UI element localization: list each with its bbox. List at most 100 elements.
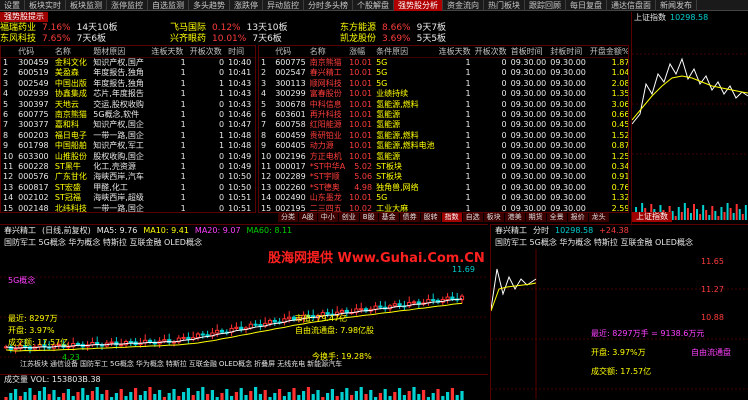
tab-9[interactable]: 个股解盘: [353, 0, 394, 11]
category-tab[interactable]: 股转: [420, 213, 441, 222]
table-row[interactable]: 14 002490 山东墨龙 10.01 5G 1 0 09.30.00 09.30.00 1.3…: [259, 193, 628, 203]
table-row[interactable]: 4 300299 富春股份 10.01 业绩持续 1 0 09.30.00 09.30.00 1.…: [259, 89, 628, 99]
table-row[interactable]: 7 600758 红阳能源 10.01 氢能源 1 0 09.30.00 09.30.00 0.4…: [259, 120, 628, 130]
table-row[interactable]: 9 601798 中国船舶 知识产权,军工 1 1 10:48: [1, 141, 255, 151]
tab-2[interactable]: 板块监测: [66, 0, 107, 11]
summary-cell[interactable]: 东方能源 8.66% 9天7板: [340, 23, 510, 34]
summary-cell[interactable]: 东风科技 7.65% 7天6板: [0, 34, 170, 45]
category-tab[interactable]: 指数: [441, 213, 462, 222]
category-tab[interactable]: 期货: [525, 213, 546, 222]
table-row[interactable]: 7 300377 嘉和科 知识产权,国企 1 0 10:47: [1, 120, 255, 130]
category-tab[interactable]: B股: [359, 213, 378, 222]
mid-col-header[interactable]: 代码: [273, 46, 308, 58]
concept-tag[interactable]: 新能源汽车: [307, 358, 342, 370]
concept-tag[interactable]: 国防军工: [80, 358, 108, 370]
table-row[interactable]: 11 600228 ST黑牛 化工,壳资源 1 0 10:49: [1, 162, 255, 172]
table-row[interactable]: 8 600459 贵研铂业 10.01 氢能源,燃料 1 0 09.30.00 09.30.00…: [259, 131, 628, 141]
mid-col-header[interactable]: 封板时间: [548, 46, 588, 58]
tab-7[interactable]: 异动监控: [263, 0, 304, 11]
tab-13[interactable]: 跟踪回顾: [525, 0, 566, 11]
table-row[interactable]: 15 002195 二三四五 10.02 工业大麻 1 0 09.30.00 09.30.00 2…: [259, 204, 628, 212]
category-tab[interactable]: 全景: [546, 213, 567, 222]
category-tab[interactable]: 中小: [317, 213, 338, 222]
category-tab[interactable]: 自选: [462, 213, 483, 222]
left-col-header[interactable]: 时间: [226, 46, 255, 58]
tab-11[interactable]: 资金流向: [443, 0, 484, 11]
category-tab[interactable]: 报价: [567, 213, 588, 222]
table-row[interactable]: 6 600775 南京熊猫 5G概念,软件 1 0 10:46: [1, 110, 255, 120]
table-row[interactable]: 13 600817 ST宏盛 甲醛,化工 1 0 10:50: [1, 183, 255, 193]
category-tab[interactable]: 板块: [483, 213, 504, 222]
table-row[interactable]: 14 002102 ST冠福 海峡西岸,超级 1 0 10:51: [1, 193, 255, 203]
category-tab[interactable]: 创业: [338, 213, 359, 222]
tab-12[interactable]: 热门板块: [484, 0, 525, 11]
table-cell: 山推股份: [54, 151, 87, 161]
concept-tag[interactable]: 折叠屏: [254, 358, 275, 370]
table-row[interactable]: 2 600519 美盈森 年度报告,独角 1 0 10:41: [1, 68, 255, 78]
mid-col-header[interactable]: 开盘金额%: [587, 46, 628, 58]
table-row[interactable]: 12 002289 *ST宇顺 5.06 ST板块 1 0 09.30.00 09.30.00 0…: [259, 172, 628, 182]
table-row[interactable]: 15 002148 北纬科技 一带一路,国企 1 0 10:51: [1, 204, 255, 212]
left-col-header[interactable]: 题材原因: [91, 46, 150, 58]
tab-14[interactable]: 每日复盘: [566, 0, 607, 11]
mid-col-header[interactable]: 首板时间: [508, 46, 549, 58]
category-tab[interactable]: 基金: [378, 213, 399, 222]
left-col-header[interactable]: 代码: [16, 46, 53, 58]
concept-tag[interactable]: OLED概念: [219, 358, 252, 370]
tab-16[interactable]: 新闻发布: [656, 0, 697, 11]
category-tab[interactable]: 债券: [399, 213, 420, 222]
table-row[interactable]: 3 300113 顺网科技 10.01 5G 1 0 09.30.00 09.30.00 2.08…: [259, 79, 628, 89]
concept-tag[interactable]: 特斯拉: [166, 358, 187, 370]
table-row[interactable]: 6 603601 再升科技 10.01 氢能源 1 0 09.30.00 09.30.00 0.6…: [259, 110, 628, 120]
category-tab[interactable]: A股: [299, 213, 317, 222]
tab-5[interactable]: 多头趋势: [189, 0, 230, 11]
left-col-header[interactable]: [1, 46, 17, 58]
table-row[interactable]: 1 300459 金科文化 知识产权,国产 1 0 10:40: [1, 58, 255, 69]
table-row[interactable]: 11 000017 *ST中华A 5.02 ST板块 1 0 09.30.00 09.30.00…: [259, 162, 628, 172]
concept-tag[interactable]: 华为概念: [136, 358, 164, 370]
table-row[interactable]: 13 002260 *ST德奥 4.98 独角兽,网络 1 0 09.30.00 09.30.0…: [259, 183, 628, 193]
concept-tag[interactable]: 互联金融: [189, 358, 217, 370]
tab-1[interactable]: 板块实时: [25, 0, 66, 11]
concept-tag[interactable]: 通信设备: [50, 358, 78, 370]
mid-col-header[interactable]: [259, 46, 274, 58]
tab-6[interactable]: 涨跌停: [230, 0, 263, 11]
mid-col-header[interactable]: 连板天数: [436, 46, 473, 58]
table-row[interactable]: 4 002939 协鑫集成 芯片,年度报告 1 1 10:43: [1, 89, 255, 99]
summary-cell[interactable]: 凯龙股份 3.69% 5天5板: [340, 34, 510, 45]
tab-15[interactable]: 通达信盘面: [607, 0, 656, 11]
summary-cell[interactable]: 福瑞药业 7.16% 14天10板: [0, 23, 170, 34]
table-row[interactable]: 10 603300 山推股份 股权收购,国企 1 0 10:49: [1, 152, 255, 162]
table-row[interactable]: 3 002549 中国出版 年度报告,独角 1 1 10:43: [1, 79, 255, 89]
category-tab[interactable]: 港美: [504, 213, 525, 222]
summary-cell[interactable]: 兴齐眼药 10.01% 7天6板: [170, 34, 340, 45]
left-col-header[interactable]: 开板次数: [187, 46, 227, 58]
left-col-header[interactable]: 连板天数: [149, 46, 188, 58]
concept-tag[interactable]: 无线充电: [277, 358, 305, 370]
concept-tag[interactable]: 5G概念: [110, 358, 134, 370]
tab-8[interactable]: 分时多头榜: [304, 0, 353, 11]
left-col-header[interactable]: 名称: [52, 46, 92, 58]
table-row[interactable]: 5 300397 天地云 交运,股权收购 1 0 10:43: [1, 100, 255, 110]
mid-col-header[interactable]: 名称: [307, 46, 348, 58]
table-row[interactable]: 10 002196 方正电机 10.01 氢能源 1 0 09.30.00 09.30.00 1.…: [259, 152, 628, 162]
tab-4[interactable]: 自选监测: [148, 0, 189, 11]
mid-col-header[interactable]: 开板次数: [472, 46, 509, 58]
table-row[interactable]: 2 002547 春兴精工 10.01 5G 1 0 09.30.00 09.30.00 1.04…: [259, 68, 628, 78]
table-row[interactable]: 5 300678 中科信息 10.01 氢能源,燃料 1 0 09.30.00 09.30.00…: [259, 100, 628, 110]
strong-stock-hint-tab[interactable]: 强势股提示: [0, 12, 48, 22]
category-tab[interactable]: 龙头: [588, 213, 609, 222]
mid-col-header[interactable]: 条件原因: [374, 46, 437, 58]
category-tab[interactable]: 分类: [278, 213, 298, 222]
mid-col-header[interactable]: 涨幅: [347, 46, 375, 58]
summary-cell[interactable]: 飞马国际 0.12% 13天10板: [170, 23, 340, 34]
table-row[interactable]: 1 600775 南京熊猫 10.01 5G 1 0 09.30.00 09.30.00 1.87…: [259, 58, 628, 69]
tab-3[interactable]: 涨停监控: [107, 0, 148, 11]
tab-0[interactable]: 设置: [0, 0, 25, 11]
index-badge[interactable]: 上证指数: [632, 212, 672, 222]
table-row[interactable]: 9 600405 动力源 10.01 氢能源,燃料电池 1 0 09.30.00 09.30.0…: [259, 141, 628, 151]
table-row[interactable]: 8 600203 福日电子 一带一路,国企 1 1 10:48: [1, 131, 255, 141]
table-row[interactable]: 12 000576 广东甘化 海峡西岸,汽车 1 0 10:50: [1, 172, 255, 182]
tab-10[interactable]: 强势股分析: [394, 0, 443, 11]
concept-tag[interactable]: 江苏板块: [20, 358, 48, 370]
